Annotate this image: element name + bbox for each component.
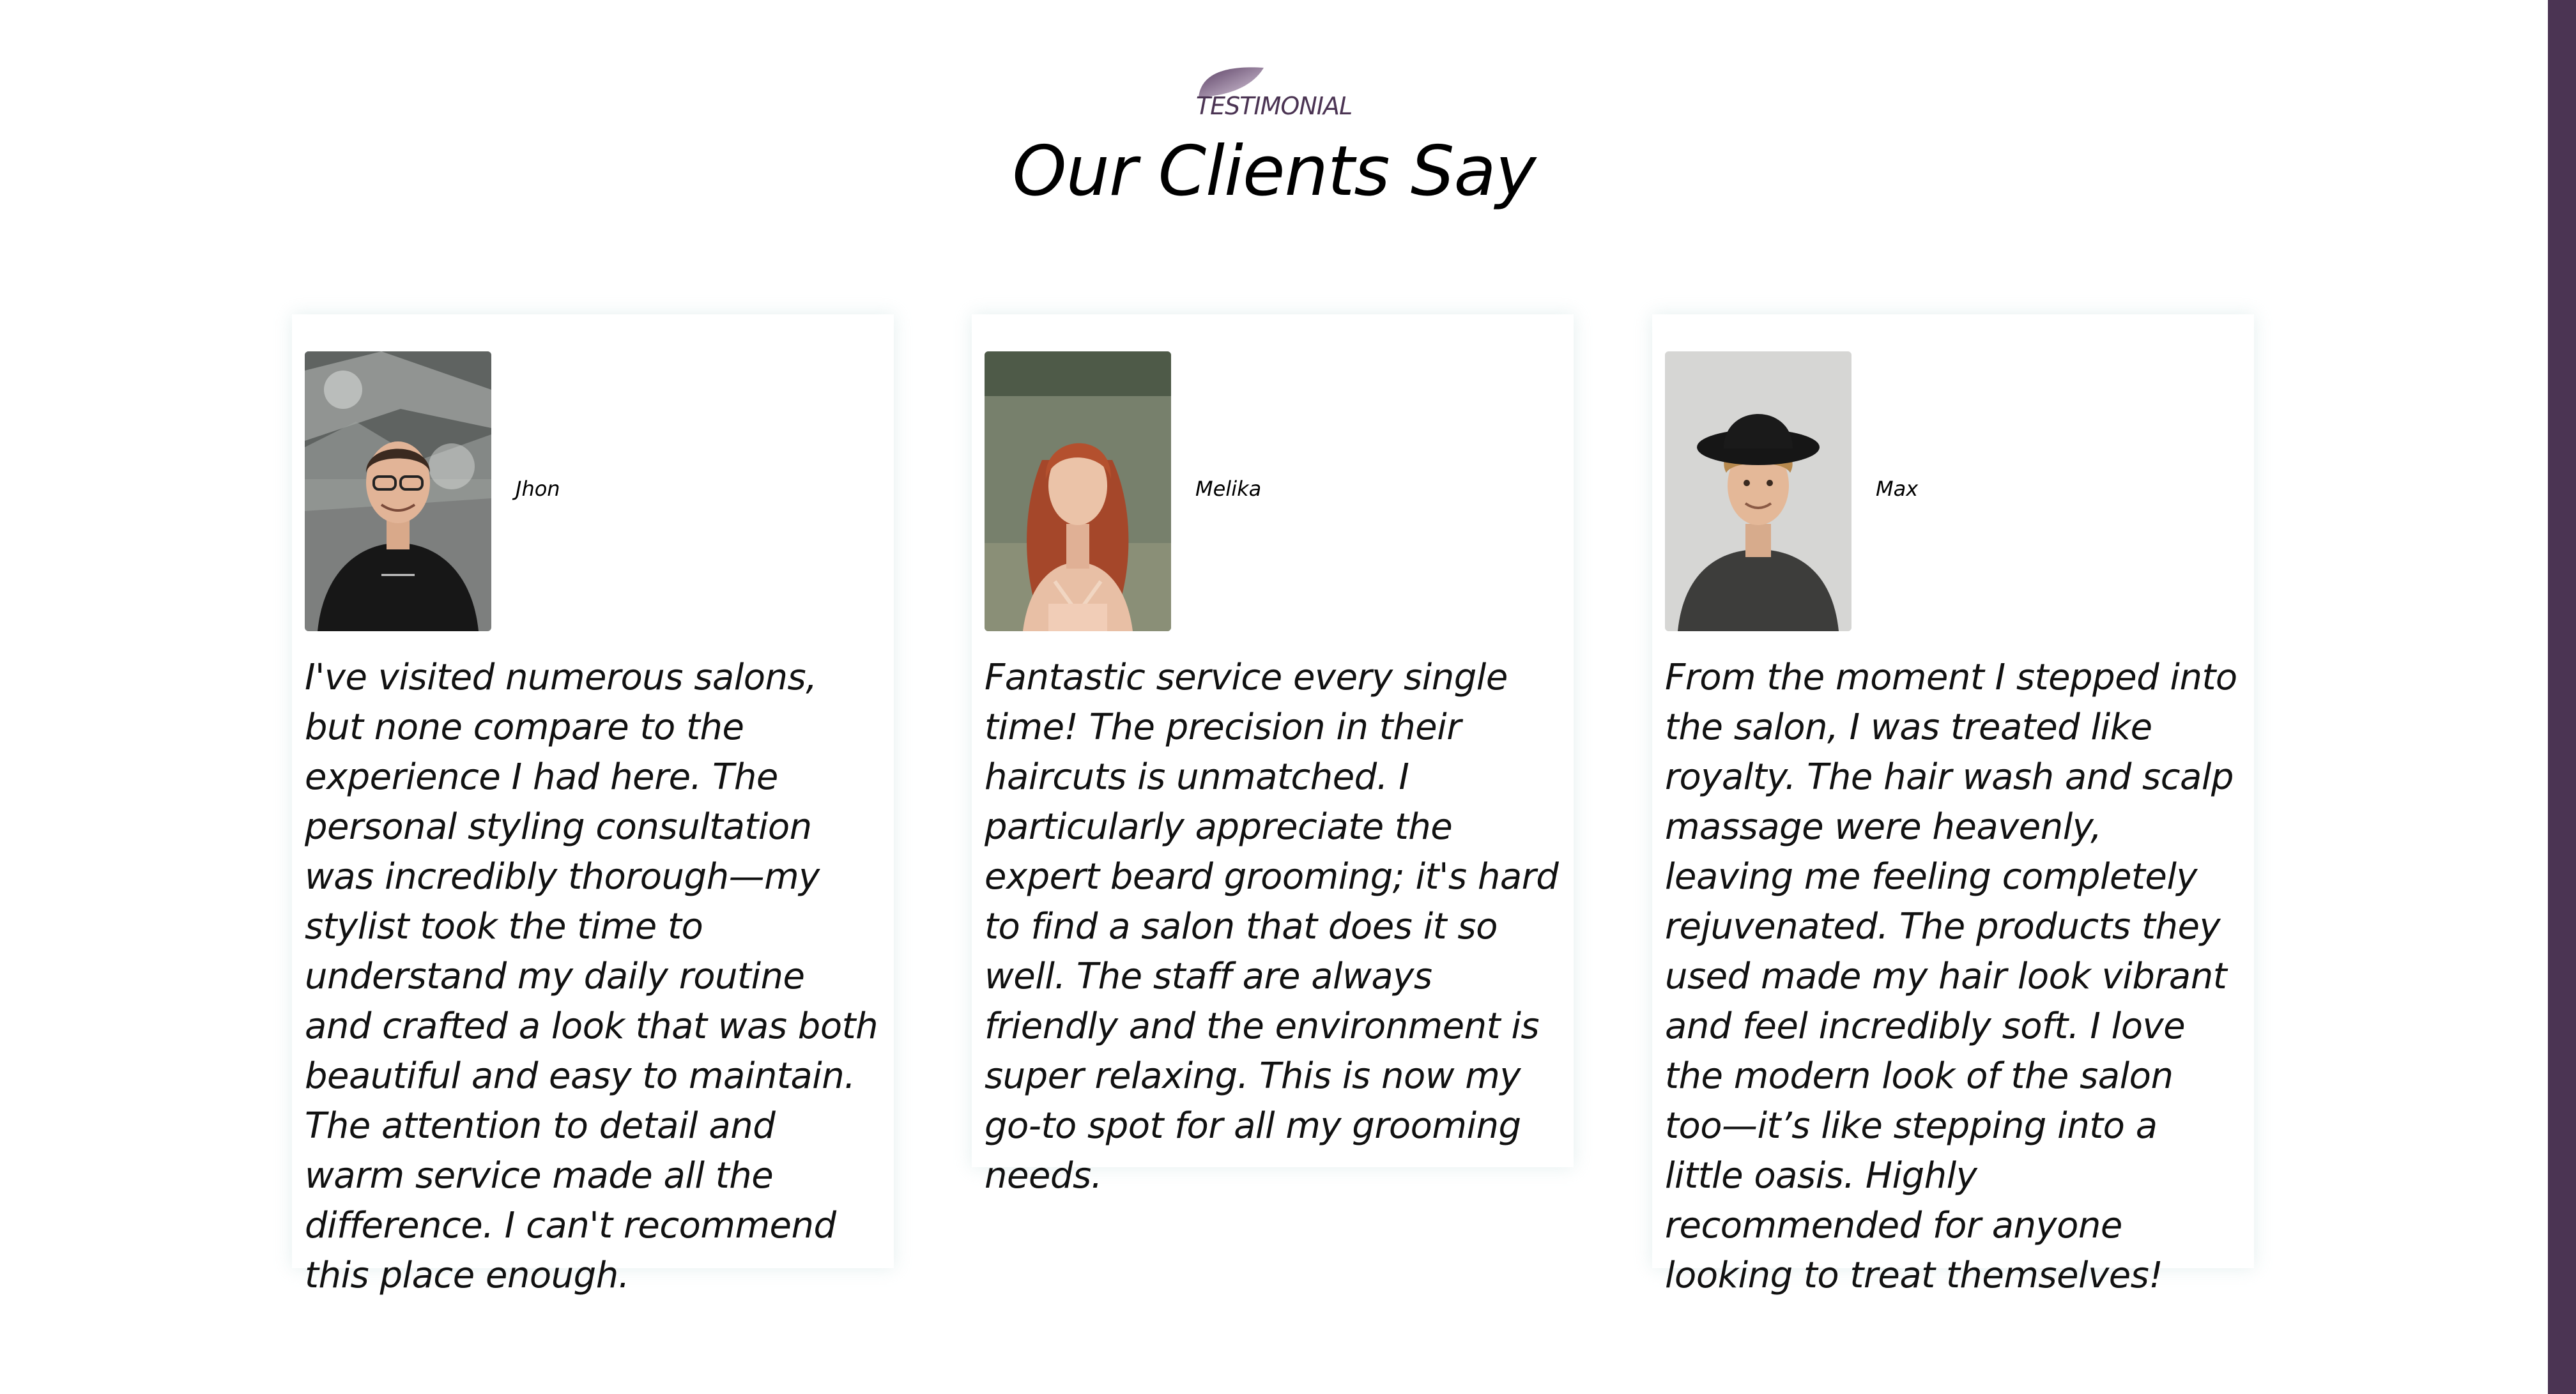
client-name: Jhon <box>516 477 560 501</box>
avatar-photo-woman-red-hair <box>985 351 1171 631</box>
testimonial-card: Melika Fantastic service every single ti… <box>972 314 1574 1197</box>
avatar-photo-man-glasses <box>305 351 491 631</box>
avatar <box>1665 351 1851 631</box>
testimonial-quote: I've visited numerous salons, but none c… <box>305 657 878 1296</box>
testimonial-page: TESTIMONIAL Our Clients Say Jhon I've vi… <box>0 0 2576 1394</box>
testimonial-quote: Fantastic service every single time! The… <box>985 657 1559 1197</box>
testimonial-quote: From the moment I stepped into the salon… <box>1665 657 2237 1296</box>
section-eyebrow: TESTIMONIAL <box>1195 92 1353 120</box>
testimonial-card: Max From the moment I stepped into the s… <box>1652 314 2254 1296</box>
avatar <box>985 351 1171 631</box>
client-name: Max <box>1876 477 1919 501</box>
section-title: Our Clients Say <box>1012 132 1536 211</box>
testimonial-card: Jhon I've visited numerous salons, but n… <box>292 314 894 1296</box>
scrollbar-track[interactable] <box>2548 0 2576 1394</box>
avatar <box>305 351 491 631</box>
avatar-photo-man-hat <box>1665 351 1851 631</box>
client-name: Melika <box>1195 477 1262 501</box>
